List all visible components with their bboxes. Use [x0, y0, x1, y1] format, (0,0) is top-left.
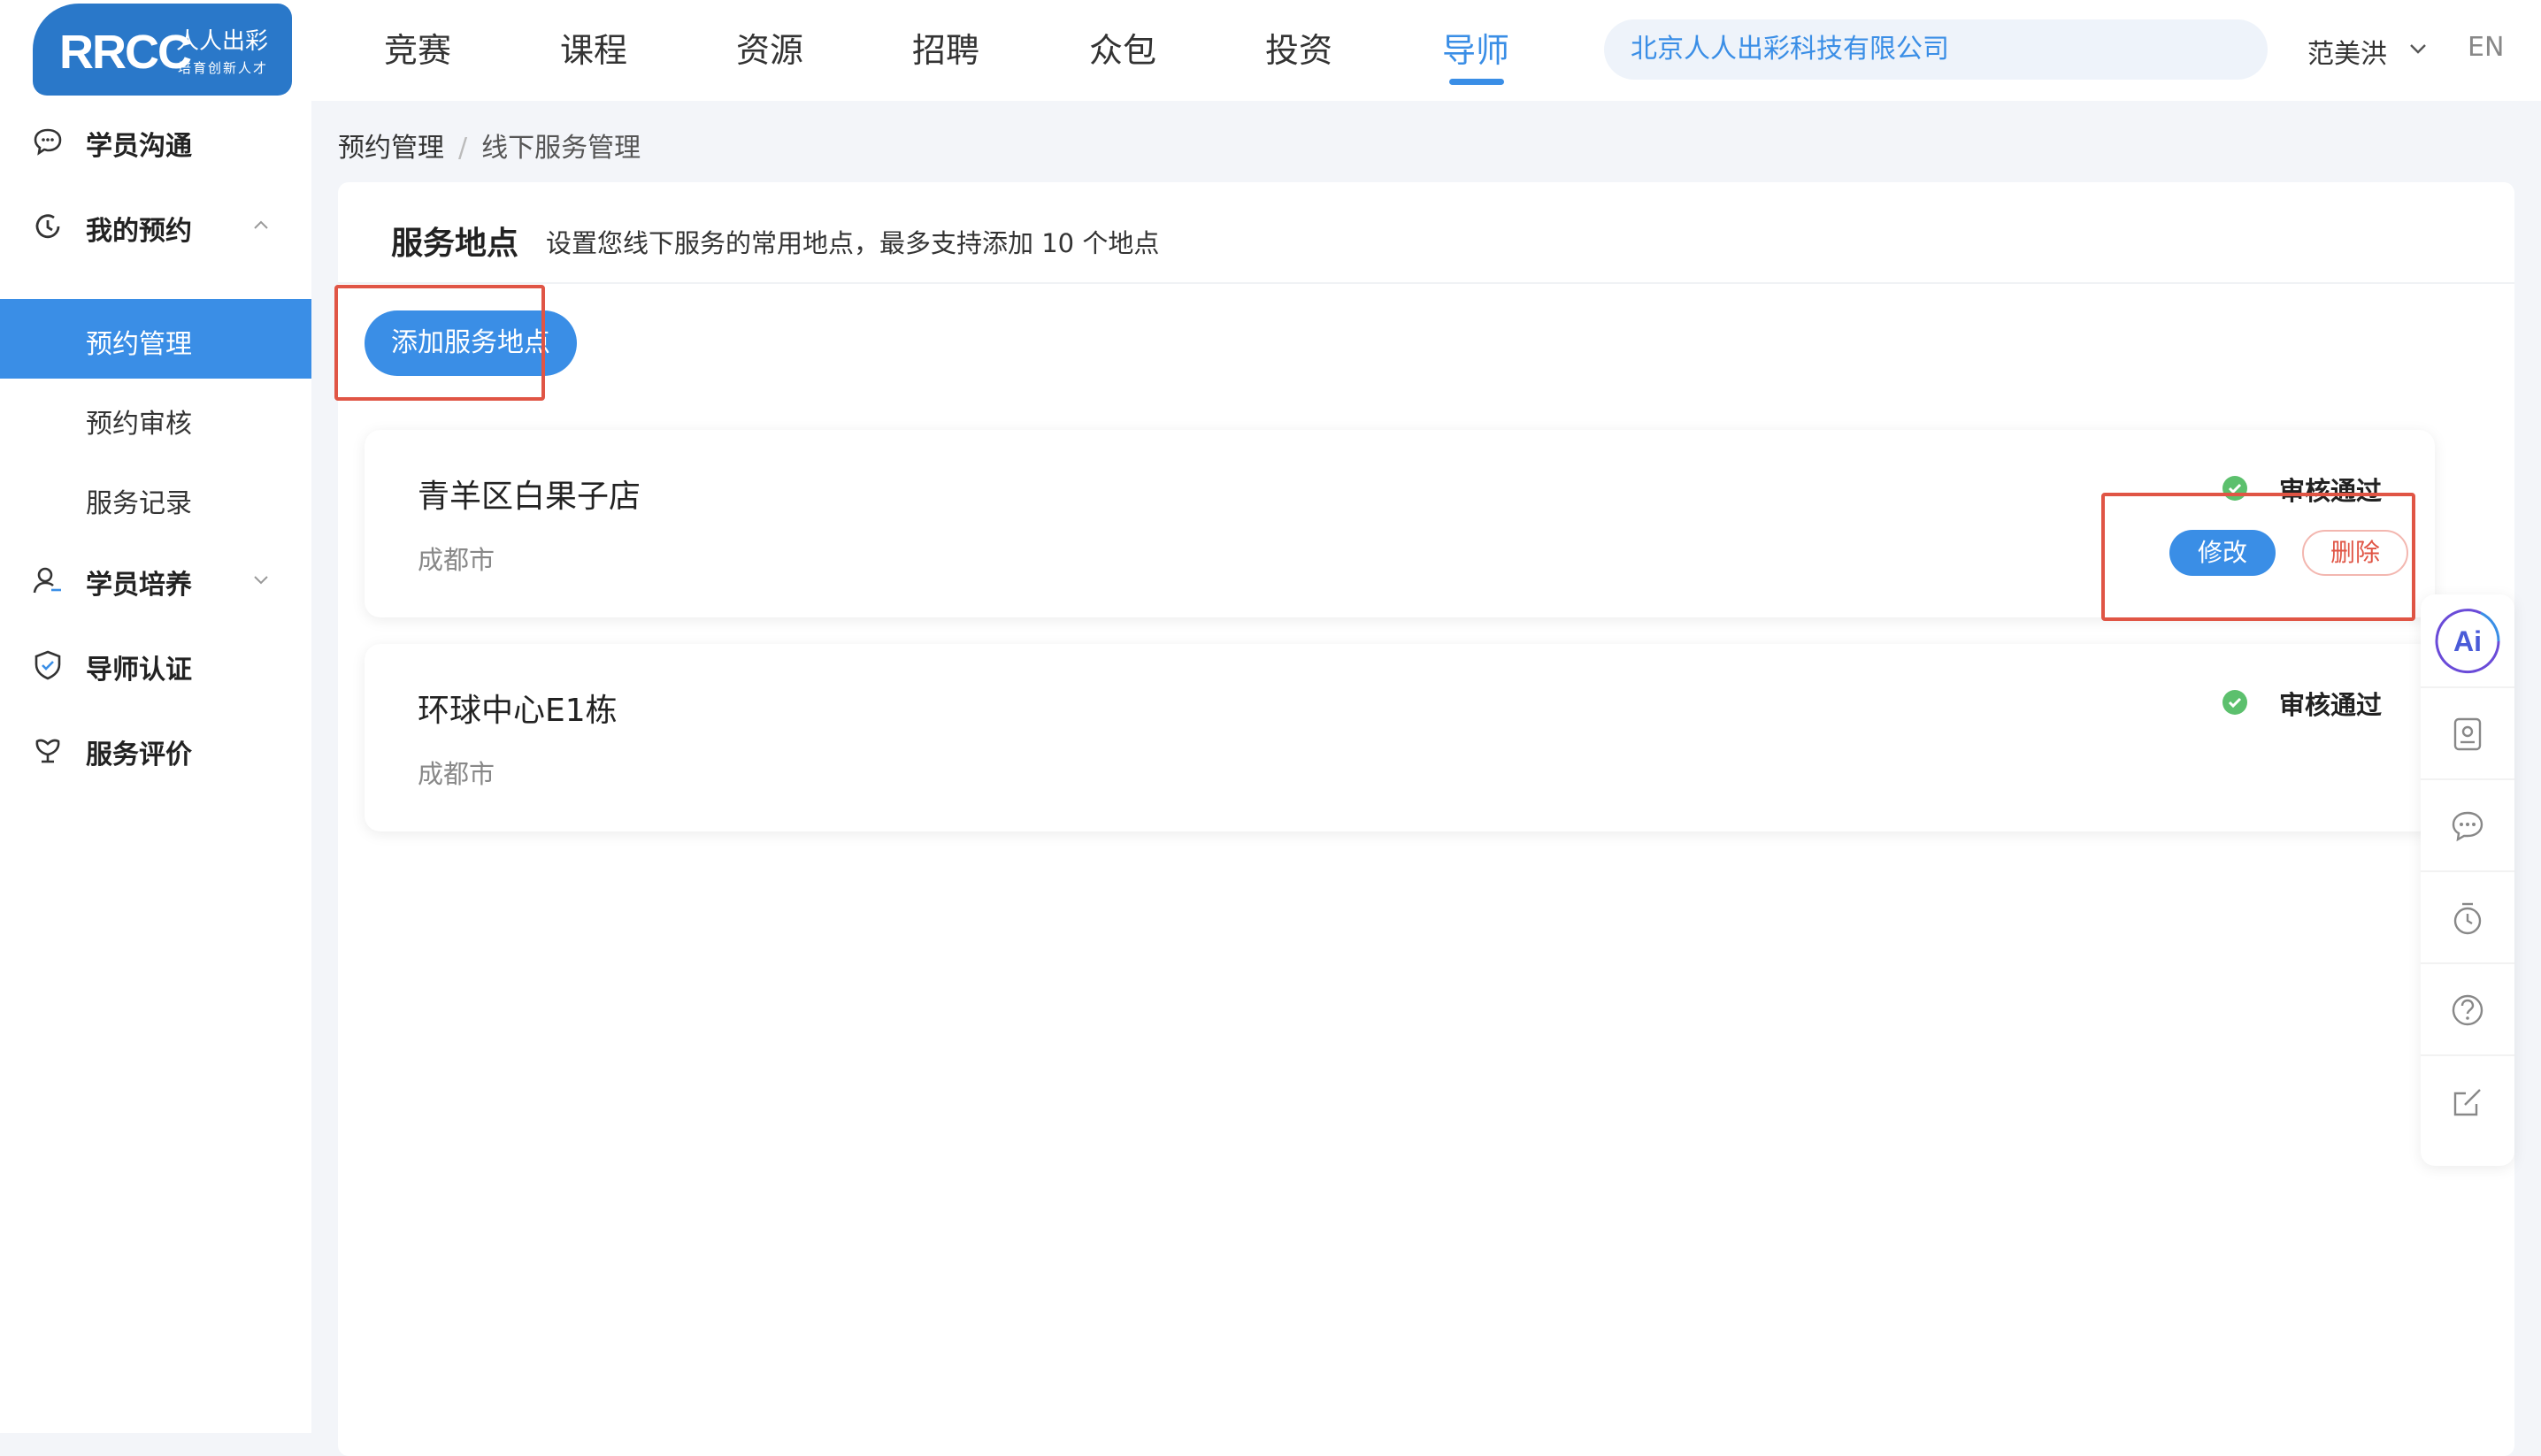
chat-icon	[34, 128, 62, 156]
nav-competition[interactable]: 竞赛	[384, 27, 451, 80]
breadcrumb-parent[interactable]: 预约管理	[338, 133, 444, 164]
flower-icon	[35, 739, 60, 763]
timer-icon	[2453, 902, 2482, 935]
status-badge: 审核通过	[2278, 690, 2382, 720]
ai-icon: Ai	[2435, 609, 2500, 674]
nav-investment[interactable]: 投资	[1265, 27, 1332, 80]
sidebar-item-mentor-certification[interactable]: 导师认证	[0, 625, 311, 704]
clock-icon	[35, 214, 60, 239]
sidebar-item-label: 导师认证	[86, 655, 192, 686]
highlight-annotation-add	[334, 285, 545, 401]
sidebar-item-student-chat[interactable]: 学员沟通	[0, 101, 311, 180]
service-location-panel: 服务地点 设置您线下服务的常用地点，最多支持添加 10 个地点 添加服务地点 青…	[334, 182, 2514, 1456]
breadcrumb-separator: /	[458, 133, 468, 164]
language-switch[interactable]: EN	[2468, 32, 2504, 63]
page-description: 设置您线下服务的常用地点，最多支持添加 10 个地点	[546, 228, 1160, 258]
sidebar-subitem-label: 服务记录	[86, 488, 192, 519]
feedback-button[interactable]	[2421, 1054, 2514, 1146]
highlight-annotation-actions	[2101, 493, 2415, 621]
timer-button[interactable]	[2421, 870, 2514, 962]
logo-cn-text: 人人出彩	[176, 28, 269, 55]
company-selector[interactable]: 北京人人出彩科技有限公司	[1604, 19, 2268, 80]
contact-card-button[interactable]	[2421, 686, 2514, 778]
edit-icon	[2453, 1089, 2481, 1116]
sidebar-item-my-bookings[interactable]: 我的预约	[0, 186, 311, 265]
sidebar-item-label: 学员培养	[86, 570, 192, 601]
location-city: 成都市	[418, 759, 495, 789]
sidebar-item-student-training[interactable]: 学员培养	[0, 540, 311, 619]
sidebar-subitem-booking-review[interactable]: 预约审核	[0, 379, 311, 458]
nav-resources[interactable]: 资源	[736, 27, 803, 80]
nav-crowdsourcing[interactable]: 众包	[1089, 27, 1156, 80]
floating-toolbar: Ai	[2421, 594, 2514, 1166]
top-header: RRCC 人人出彩 培育创新人才 竞赛 课程 资源 招聘 众包 投资 导师 北京…	[0, 0, 2541, 101]
location-card[interactable]: 环球中心E1栋 成都市 审核通过	[365, 644, 2435, 831]
breadcrumb-current: 线下服务管理	[481, 133, 641, 164]
message-icon	[2452, 811, 2483, 842]
sidebar-item-label: 我的预约	[86, 216, 192, 247]
breadcrumb: 预约管理 / 线下服务管理	[338, 126, 641, 165]
nav-mentor[interactable]: 导师	[1442, 27, 1509, 80]
contact-card-icon	[2453, 717, 2482, 751]
nav-recruitment[interactable]: 招聘	[912, 27, 979, 80]
sidebar-item-label: 服务评价	[86, 739, 192, 770]
user-icon	[33, 567, 61, 594]
chevron-down-icon	[254, 576, 268, 585]
logo-text: RRCC	[59, 26, 192, 79]
sidebar-subitem-service-records[interactable]: 服务记录	[0, 458, 311, 538]
location-city: 成都市	[418, 545, 495, 575]
logo-slogan: 培育创新人才	[178, 60, 269, 76]
page-title: 服务地点	[391, 226, 519, 262]
ai-assistant-button[interactable]: Ai	[2428, 602, 2507, 681]
shield-icon	[35, 650, 61, 680]
nav-courses[interactable]: 课程	[560, 27, 627, 80]
sidebar: 学员沟通 我的预约 预约管理 预约审核 服务记录 学员培养 导师认证 服务评价	[0, 101, 311, 1433]
ai-label: Ai	[2453, 625, 2482, 657]
sidebar-subitem-label: 预约管理	[86, 329, 192, 360]
sidebar-subitem-booking-management[interactable]: 预约管理	[0, 299, 311, 379]
location-name: 青羊区白果子店	[418, 479, 641, 515]
sidebar-item-label: 学员沟通	[86, 131, 192, 162]
sidebar-subitem-label: 预约审核	[86, 409, 192, 440]
rrcc-logo[interactable]: RRCC 人人出彩 培育创新人才	[33, 4, 292, 96]
location-name: 环球中心E1栋	[418, 693, 618, 729]
chevron-up-icon	[254, 220, 268, 229]
active-nav-indicator	[1449, 79, 1504, 85]
chevron-down-icon[interactable]	[2405, 35, 2431, 62]
sidebar-item-service-reviews[interactable]: 服务评价	[0, 709, 311, 789]
help-icon	[2452, 994, 2483, 1026]
message-button[interactable]	[2421, 778, 2514, 870]
user-name[interactable]: 范美洪	[2307, 32, 2387, 71]
divider	[338, 282, 2514, 284]
help-button[interactable]	[2421, 962, 2514, 1054]
check-circle-icon	[2222, 690, 2247, 715]
